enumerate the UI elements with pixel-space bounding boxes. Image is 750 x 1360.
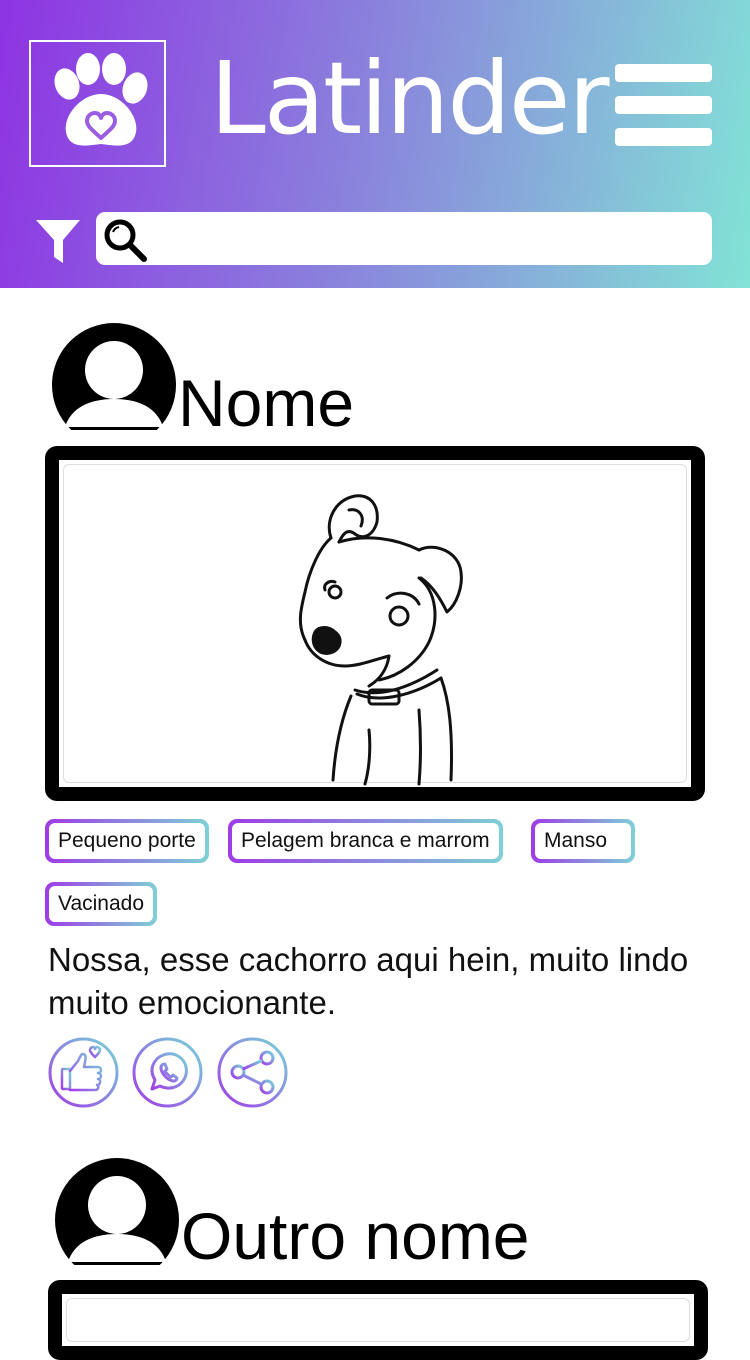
post-card: Outro nome xyxy=(0,0,750,1360)
post-author-name: Outro nome xyxy=(181,1199,530,1273)
post-photo[interactable] xyxy=(48,1280,708,1360)
user-avatar-icon xyxy=(54,1158,180,1268)
